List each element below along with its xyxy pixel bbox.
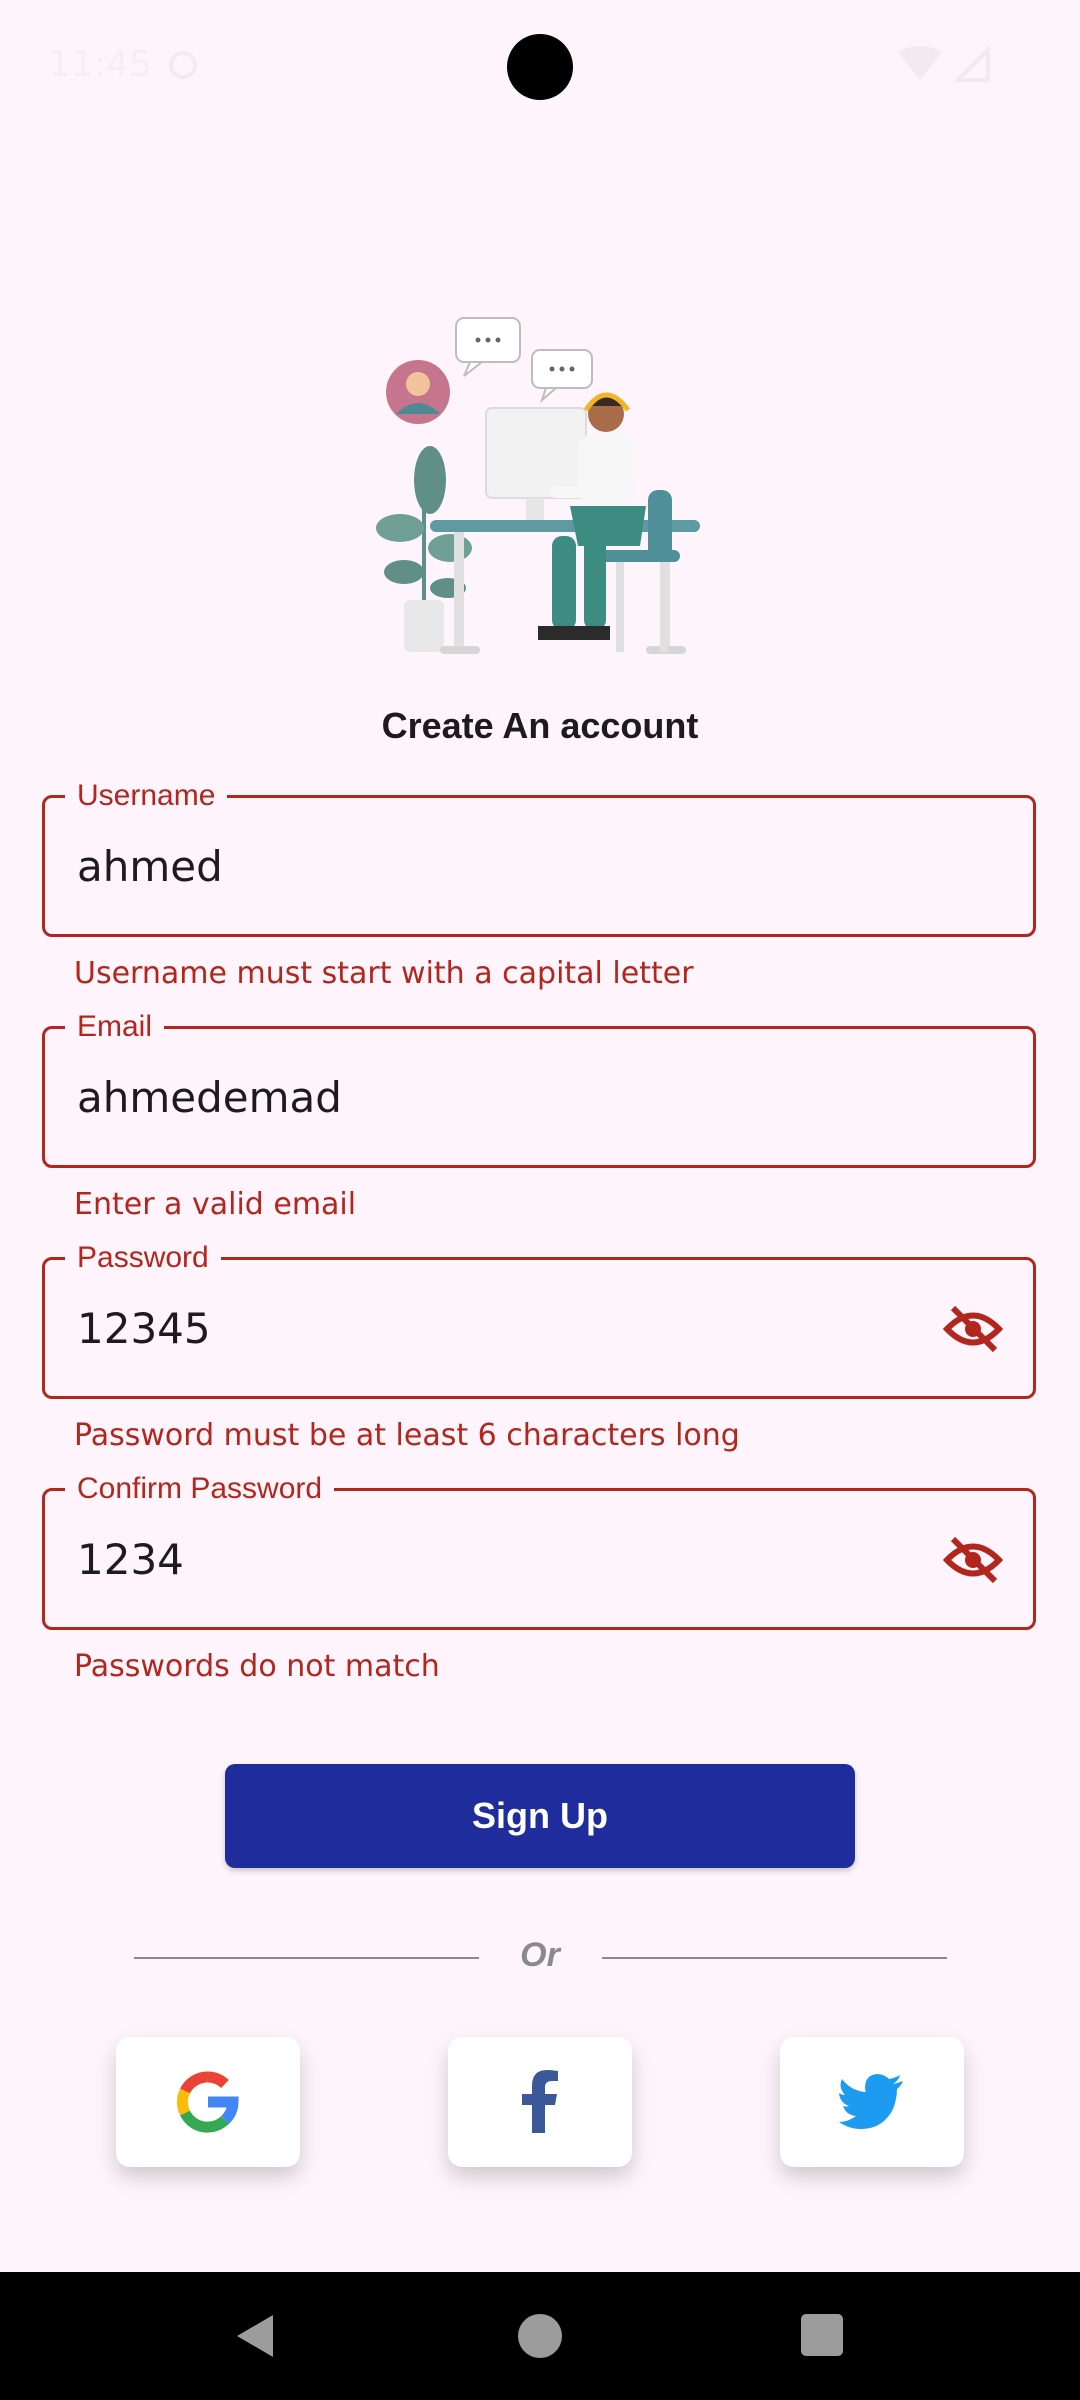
status-bar: 11:45 [0, 0, 1080, 130]
username-field[interactable]: Username ahmed [42, 776, 1036, 937]
home-icon[interactable] [518, 2314, 562, 2358]
separator-line-right [602, 1957, 947, 1959]
password-error: Password must be at least 6 characters l… [74, 1418, 740, 1453]
camera-cutout [507, 34, 573, 100]
email-input[interactable]: ahmedemad [77, 1073, 342, 1122]
password-field[interactable]: Password 12345 [42, 1238, 1036, 1399]
confirm-password-field[interactable]: Confirm Password 1234 [42, 1469, 1036, 1630]
twitter-signin-button[interactable] [780, 2037, 964, 2167]
password-label: Password [65, 1238, 221, 1278]
signup-button[interactable]: Sign Up [225, 1764, 855, 1868]
confirm-password-label: Confirm Password [65, 1469, 335, 1509]
google-icon [176, 2071, 239, 2133]
status-time: 11:45 [48, 44, 152, 85]
recent-apps-icon[interactable] [801, 2314, 843, 2356]
email-label: Email [65, 1007, 165, 1047]
shield-icon [169, 51, 197, 79]
twitter-icon [839, 2074, 903, 2129]
confirm-password-error: Passwords do not match [74, 1649, 440, 1684]
or-separator: Or [520, 1936, 560, 1974]
email-error: Enter a valid email [74, 1187, 357, 1222]
eye-off-icon[interactable] [943, 1304, 1003, 1354]
back-icon[interactable] [233, 2313, 277, 2359]
facebook-signin-button[interactable] [448, 2037, 632, 2167]
separator-line-left [134, 1957, 479, 1959]
username-error: Username must start with a capital lette… [74, 956, 694, 991]
password-input[interactable]: 12345 [77, 1304, 211, 1353]
confirm-password-input[interactable]: 1234 [77, 1535, 184, 1584]
username-input[interactable]: ahmed [77, 842, 223, 891]
facebook-icon [522, 2070, 558, 2133]
page-title: Create An account [381, 705, 699, 746]
eye-off-icon[interactable] [943, 1535, 1003, 1585]
email-field[interactable]: Email ahmedemad [42, 1007, 1036, 1168]
workspace-illustration [376, 317, 700, 654]
username-label: Username [65, 776, 228, 816]
google-signin-button[interactable] [116, 2037, 300, 2167]
wifi-signal-icon [898, 45, 990, 82]
